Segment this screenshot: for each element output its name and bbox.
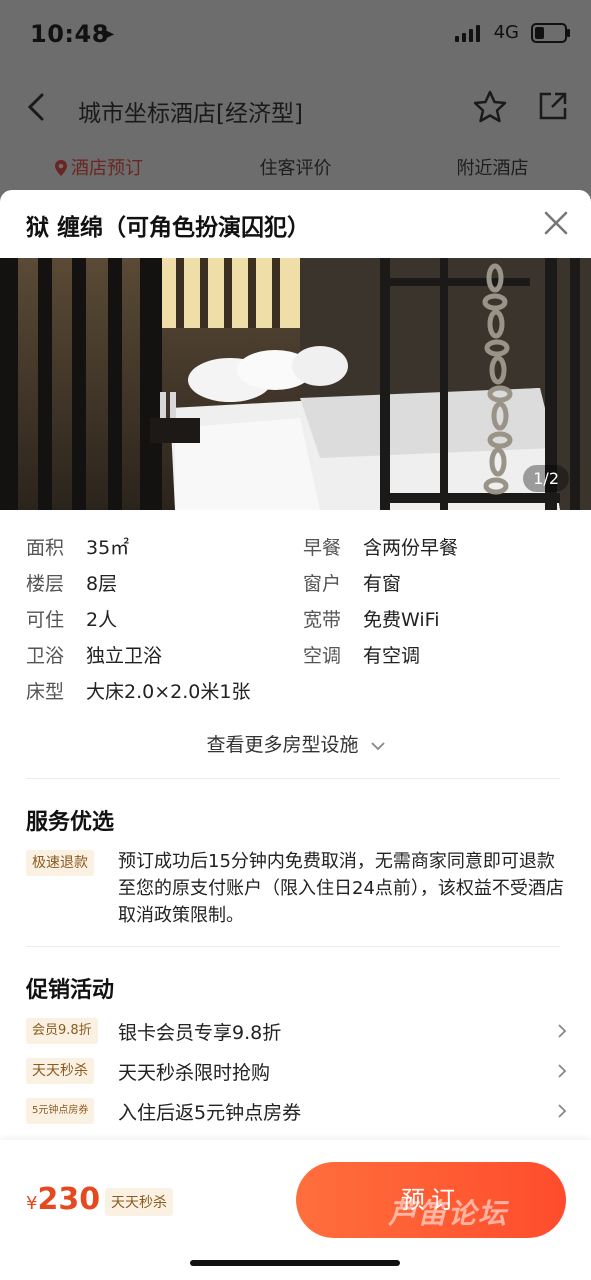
- facility-value: 2人: [86, 609, 118, 631]
- back-icon[interactable]: [22, 92, 52, 122]
- facility-label: 宽带: [303, 609, 342, 631]
- divider: [26, 778, 560, 779]
- watermark: 芦笛论坛: [388, 1197, 509, 1230]
- facility-ac: 空调 有空调: [303, 644, 420, 668]
- room-title: 狱 缠绵（可角色扮演囚犯）: [26, 215, 311, 241]
- tab-label: 附近酒店: [456, 158, 529, 179]
- share-icon[interactable]: [537, 90, 569, 122]
- booking-bar: ¥230 天天秒杀 预订 芦笛论坛: [0, 1140, 591, 1280]
- tab-nearby-hotels[interactable]: 附近酒店: [394, 144, 591, 190]
- chevron-right-icon: [558, 1104, 567, 1118]
- facility-label: 床型: [26, 681, 65, 703]
- promotion-text: 入住后返5元钟点房券: [118, 1102, 302, 1124]
- facility-value: 有窗: [363, 573, 402, 595]
- price: ¥230: [26, 1182, 100, 1217]
- promotion-badge: 会员9.8折: [26, 1018, 98, 1044]
- tab-label: 酒店预订: [71, 158, 143, 179]
- promotion-badge: 天天秒杀: [26, 1058, 94, 1084]
- facility-value: 含两份早餐: [363, 537, 459, 559]
- facility-value: 大床2.0×2.0米1张: [86, 681, 251, 703]
- tab-hotel-booking[interactable]: 酒店预订: [0, 144, 197, 190]
- signal-icon: [454, 24, 480, 42]
- favorite-star-icon[interactable]: [472, 89, 508, 125]
- promotion-text: 天天秒杀限时抢购: [118, 1062, 271, 1084]
- facility-label: 面积: [26, 537, 65, 559]
- chevron-down-icon: [370, 741, 385, 750]
- tab-guest-reviews[interactable]: 住客评价: [197, 144, 394, 190]
- chevron-right-icon: [558, 1024, 567, 1038]
- chevron-right-icon: [558, 1064, 567, 1078]
- home-indicator: [190, 1260, 400, 1266]
- facility-floor: 楼层 8层: [26, 572, 117, 596]
- facility-label: 楼层: [26, 573, 65, 595]
- fast-refund-badge: 极速退款: [26, 850, 94, 876]
- hotel-name: 城市坐标酒店[经济型]: [78, 101, 303, 127]
- hotel-tabs: 酒店预订 住客评价 附近酒店: [0, 144, 591, 190]
- facility-label: 窗户: [303, 573, 342, 595]
- facility-value: 35㎡: [86, 537, 130, 559]
- facility-broadband: 宽带 免费WiFi: [303, 608, 439, 632]
- service-description: 预订成功后15分钟内免费取消，无需商家同意即可退款至您的原支付账户（限入住日24…: [118, 851, 564, 926]
- facility-bed: 床型 大床2.0×2.0米1张: [26, 680, 250, 704]
- price-value: 230: [37, 1182, 101, 1217]
- facility-value: 8层: [86, 573, 118, 595]
- tab-label: 住客评价: [259, 158, 332, 179]
- location-arrow-icon: ➤: [100, 24, 116, 45]
- facility-occupancy: 可住 2人: [26, 608, 117, 632]
- battery-icon: [531, 22, 570, 43]
- service-section-title: 服务优选: [26, 810, 115, 835]
- facility-bathroom: 卫浴 独立卫浴: [26, 644, 162, 668]
- facility-breakfast: 早餐 含两份早餐: [303, 536, 458, 560]
- navigation-bar: 城市坐标酒店[经济型]: [0, 72, 591, 144]
- room-photo[interactable]: 1/2: [0, 258, 591, 510]
- more-facilities-label: 查看更多房型设施: [206, 734, 359, 756]
- facility-window: 窗户 有窗: [303, 572, 401, 596]
- room-photo-image: [0, 258, 591, 510]
- facility-label: 卫浴: [26, 645, 65, 667]
- facility-area: 面积 35㎡: [26, 536, 129, 560]
- promotions-section-title: 促销活动: [26, 978, 115, 1003]
- more-facilities-link[interactable]: 查看更多房型设施: [0, 730, 591, 757]
- facility-label: 空调: [303, 645, 342, 667]
- close-icon[interactable]: [543, 210, 569, 236]
- promotion-text: 银卡会员专享9.8折: [118, 1022, 282, 1044]
- flash-sale-tag: 天天秒杀: [105, 1188, 173, 1216]
- facility-label: 可住: [26, 609, 65, 631]
- status-bar: 10:48 ➤ 4G: [0, 0, 591, 72]
- status-time: 10:48: [30, 20, 109, 48]
- currency-symbol: ¥: [26, 1193, 38, 1214]
- room-detail-sheet: 狱 缠绵（可角色扮演囚犯） 1/2 面积 35㎡ 早餐 含两份早餐 楼层 8层 …: [0, 190, 591, 1280]
- sheet-header: 狱 缠绵（可角色扮演囚犯）: [0, 190, 591, 258]
- location-pin-icon: [55, 160, 67, 176]
- promotion-badge: 5元钟点房券: [26, 1098, 95, 1124]
- photo-counter: 1/2: [523, 465, 569, 492]
- facility-value: 免费WiFi: [363, 609, 440, 631]
- divider: [26, 946, 560, 947]
- facility-value: 独立卫浴: [86, 645, 163, 667]
- network-type: 4G: [493, 22, 519, 43]
- facility-label: 早餐: [303, 537, 342, 559]
- facility-value: 有空调: [363, 645, 421, 667]
- status-indicators: 4G: [454, 22, 570, 43]
